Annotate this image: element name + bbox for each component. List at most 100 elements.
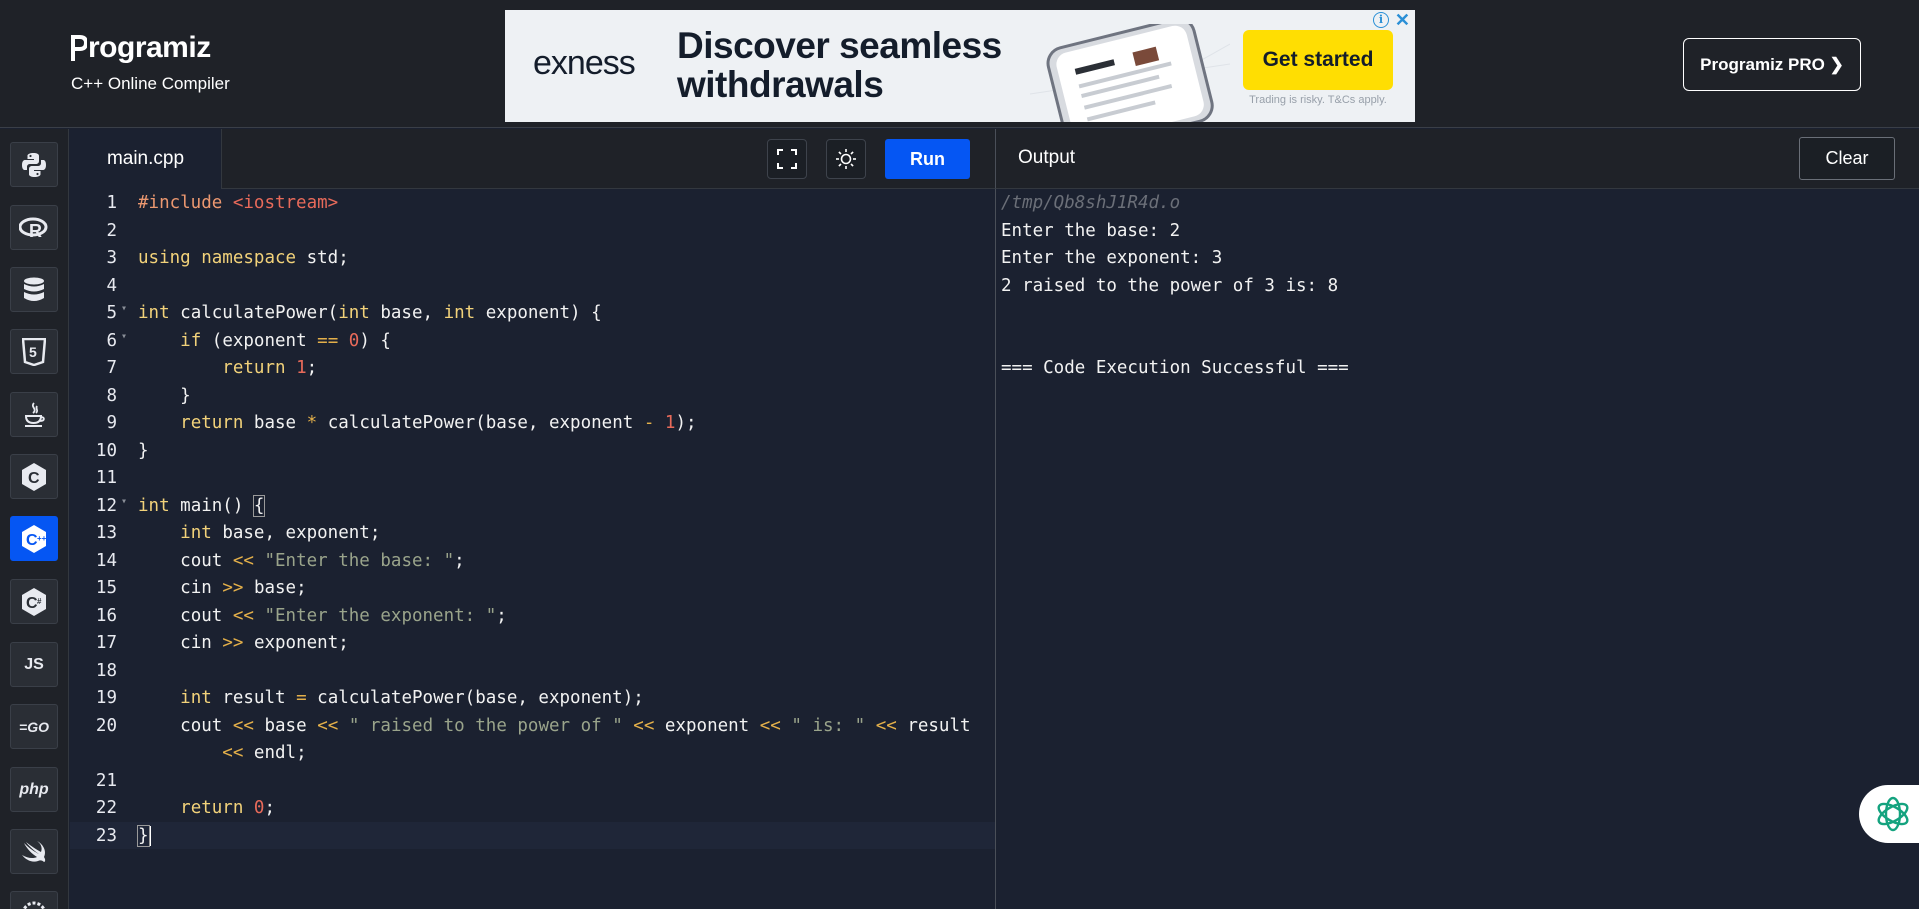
fullscreen-icon[interactable]	[767, 139, 807, 179]
line-number: 1	[106, 193, 117, 213]
line-number: 9	[106, 413, 117, 433]
line-number: 23	[95, 825, 117, 846]
code-line[interactable]: 14 cout << "Enter the base: ";	[70, 547, 995, 575]
line-number: 10	[95, 440, 117, 461]
line-number: 3	[106, 248, 117, 268]
line-number: 11	[95, 468, 117, 488]
code-line[interactable]: 20 cout << base << " raised to the power…	[70, 712, 995, 740]
text-cursor	[148, 825, 151, 846]
output-line: /tmp/Qb8shJ1R4d.o	[1001, 193, 1181, 213]
fold-arrow-icon[interactable]: ▾	[121, 496, 127, 507]
line-number: 2	[106, 220, 117, 241]
ad-headline: Discover seamless withdrawals	[677, 25, 1002, 105]
ad-info-icon[interactable]: i	[1373, 12, 1389, 28]
fold-arrow-icon[interactable]: ▾	[121, 331, 127, 342]
output-title: Output	[1018, 147, 1076, 168]
line-number: 7	[106, 358, 117, 378]
database-icon[interactable]	[10, 267, 58, 312]
code-line[interactable]: 9 return base * calculatePower(base, exp…	[70, 409, 995, 437]
code-line[interactable]: 7 return 1;	[70, 354, 995, 382]
ai-assistant-button[interactable]	[1859, 785, 1919, 843]
theme-toggle-sun-icon[interactable]	[826, 139, 866, 179]
ad-get-started-button[interactable]: Get started	[1243, 30, 1393, 90]
output-line: Enter the base: 2	[1001, 220, 1181, 241]
code-line[interactable]: 5 ▾ int calculatePower(int base, int exp…	[70, 299, 995, 327]
svg-text:5: 5	[29, 344, 37, 360]
code-line[interactable]: 19 int result = calculatePower(base, exp…	[70, 684, 995, 712]
fold-arrow-icon[interactable]: ▾	[121, 303, 127, 314]
c-icon[interactable]: C	[10, 454, 58, 499]
csharp-icon[interactable]: C #	[10, 579, 58, 624]
line-number: 19	[95, 688, 117, 708]
editor-toolbar: main.cpp Run	[70, 129, 995, 189]
code-line[interactable]: 16 cout << "Enter the exponent: ";	[70, 602, 995, 630]
code-line[interactable]: 15 cin >> base;	[70, 574, 995, 602]
r-icon[interactable]: R	[10, 205, 58, 250]
ai-sparkle-icon	[1877, 796, 1909, 832]
page-subtitle: C++ Online Compiler	[71, 74, 230, 93]
code-line[interactable]: 13 int base, exponent;	[70, 519, 995, 547]
js-icon[interactable]: JS	[10, 642, 58, 687]
code-line[interactable]: 4	[70, 272, 995, 300]
output-line: Enter the exponent: 3	[1001, 248, 1223, 268]
line-number: 18	[95, 660, 117, 681]
output-line: === Code Execution Successful ===	[1001, 358, 1349, 378]
ad-close-icon[interactable]: ✕	[1395, 10, 1410, 31]
svg-text:C: C	[28, 470, 40, 487]
python-icon[interactable]	[10, 142, 58, 187]
code-line[interactable]: 22 return 0;	[70, 794, 995, 822]
advertisement-banner[interactable]: exness Discover seamless withdrawals Get…	[505, 10, 1415, 122]
output-line: 2 raised to the power of 3 is: 8	[1001, 275, 1339, 296]
language-sidebar: R 5 C C ++ C # JS =GO php	[0, 129, 69, 909]
code-editor[interactable]: 1 #include <iostream> 2 3 using namespac…	[70, 189, 995, 909]
matching-bracket: {	[252, 494, 266, 517]
top-bar: rogramiz C++ Online Compiler exness Disc…	[0, 0, 1919, 128]
line-number: 6	[106, 330, 117, 351]
code-line-current[interactable]: 23 }	[70, 821, 995, 849]
clear-button[interactable]: Clear	[1799, 137, 1895, 180]
java-icon[interactable]	[10, 392, 58, 437]
code-line[interactable]: 12 ▾ int main() {	[70, 492, 995, 520]
line-number: 8	[106, 385, 117, 406]
line-number: 16	[95, 605, 117, 626]
cpp-icon[interactable]: C ++	[10, 516, 58, 561]
line-number: 22	[95, 798, 117, 818]
output-console[interactable]: /tmp/Qb8shJ1R4d.o Enter the base: 2 Ente…	[995, 189, 1919, 909]
code-line[interactable]: 21	[70, 767, 995, 795]
swift-icon[interactable]	[10, 829, 58, 874]
code-line[interactable]: 1 #include <iostream>	[70, 189, 995, 217]
matching-bracket: }	[137, 824, 150, 847]
php-icon[interactable]: php	[10, 767, 58, 812]
programiz-pro-button[interactable]: Programiz PRO ❯	[1683, 38, 1861, 91]
code-line[interactable]: 17 cin >> exponent;	[70, 629, 995, 657]
code-line[interactable]: 6 ▾ if (exponent == 0) {	[70, 327, 995, 355]
line-number: 13	[95, 523, 117, 543]
line-number: 12	[95, 495, 117, 516]
code-line[interactable]: 3 using namespace std;	[70, 244, 995, 272]
svg-text:R: R	[29, 221, 42, 240]
line-number: 20	[95, 715, 117, 736]
file-tab-main-cpp[interactable]: main.cpp	[70, 129, 222, 189]
line-number: 4	[106, 275, 117, 296]
ad-brand: exness	[533, 44, 636, 82]
run-button[interactable]: Run	[885, 139, 970, 179]
svg-text:++: ++	[37, 534, 47, 543]
rust-icon[interactable]: R	[10, 891, 58, 909]
code-line[interactable]: 11	[70, 464, 995, 492]
logo-text: rogramiz	[88, 31, 211, 64]
code-line[interactable]: 8 }	[70, 382, 995, 410]
programiz-logo-icon	[71, 33, 87, 63]
svg-text:#: #	[37, 597, 42, 606]
programiz-logo[interactable]: rogramiz	[71, 30, 230, 66]
code-line[interactable]: 2	[70, 217, 995, 245]
code-line[interactable]: 18	[70, 657, 995, 685]
brand[interactable]: rogramiz C++ Online Compiler	[71, 30, 230, 94]
code-line[interactable]: 10 }	[70, 437, 995, 465]
phone-image	[1029, 17, 1231, 122]
line-number: 21	[95, 770, 117, 791]
ad-disclaimer: Trading is risky. T&Cs apply.	[1249, 94, 1387, 106]
code-line-wrapped[interactable]: << endl;	[70, 739, 995, 767]
output-header: Output Clear	[995, 129, 1919, 189]
go-icon[interactable]: =GO	[10, 704, 58, 749]
html5-icon[interactable]: 5	[10, 329, 58, 374]
